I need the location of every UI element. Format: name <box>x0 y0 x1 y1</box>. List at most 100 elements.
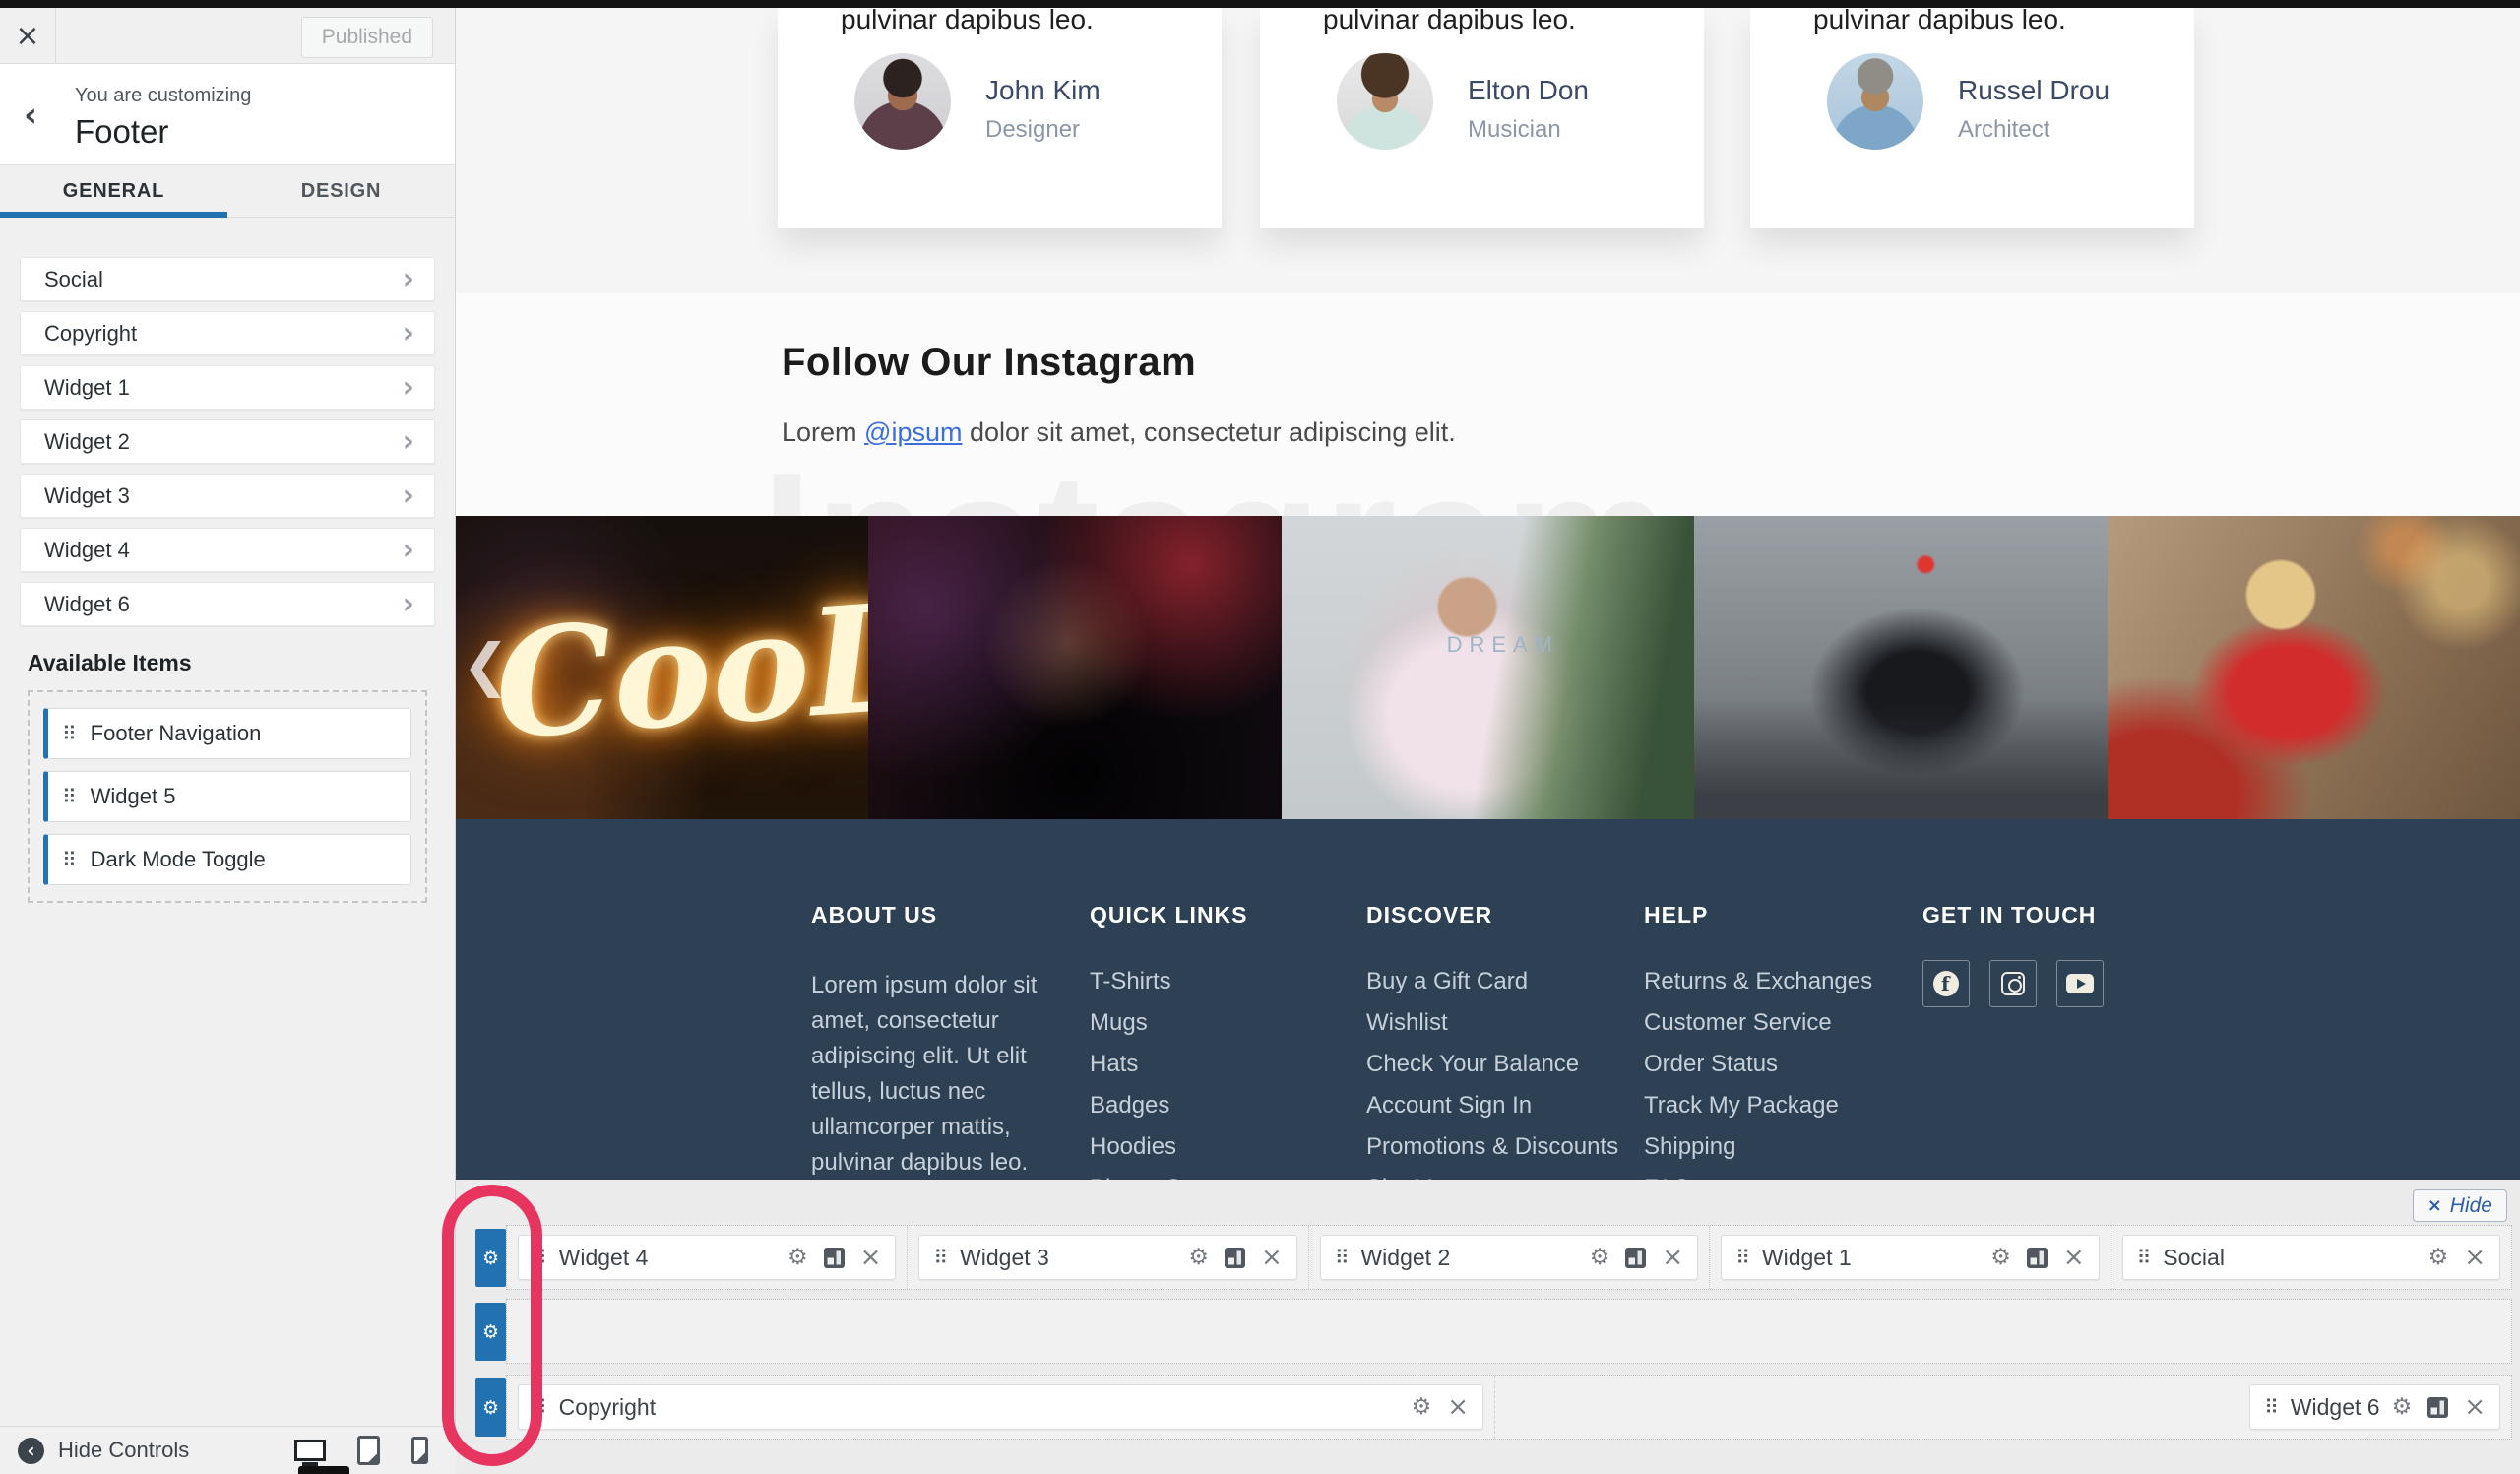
youtube-link[interactable] <box>2056 960 2104 1007</box>
footer-link[interactable]: Order Status <box>1644 1051 1872 1078</box>
widget-chip-widget2[interactable]: ⠿ Widget 2 ⚙ × <box>1320 1235 1698 1280</box>
drag-handle-icon[interactable]: ⠿ <box>2137 1246 2152 1269</box>
footer-link[interactable]: Account Sign In <box>1366 1092 1618 1120</box>
close-icon[interactable]: × <box>1447 1394 1469 1420</box>
widget-chip-widget1[interactable]: ⠿ Widget 1 ⚙ × <box>1721 1235 2099 1280</box>
facebook-link[interactable] <box>1922 960 1970 1007</box>
section-item-widget4[interactable]: Widget 4 › <box>20 528 435 572</box>
carousel-prev-icon[interactable]: ❮ <box>462 636 510 693</box>
photo-woman-red-shirt[interactable] <box>2108 516 2520 819</box>
photo-man-sunglasses[interactable] <box>868 516 1281 819</box>
tablet-preview-icon[interactable] <box>357 1436 380 1465</box>
instagram-icon <box>2001 972 2025 995</box>
section-item-social[interactable]: Social › <box>20 257 435 301</box>
footer-link[interactable]: Wishlist <box>1366 1009 1618 1037</box>
team-member-role: Musician <box>1468 116 1561 144</box>
footer-link[interactable]: Check Your Balance <box>1366 1051 1618 1078</box>
close-icon[interactable]: × <box>1261 1245 1283 1270</box>
customizer-sidebar: × Published ‹ You are customizing Footer… <box>0 8 456 1474</box>
drag-handle-icon: ⠿ <box>62 722 77 745</box>
close-icon[interactable]: × <box>2464 1394 2486 1420</box>
collapse-controls-icon[interactable]: ‹ <box>18 1438 44 1464</box>
gear-icon[interactable]: ⚙ <box>2428 1247 2449 1269</box>
footer-link[interactable]: Returns & Exchanges <box>1644 968 1872 995</box>
gear-icon[interactable]: ⚙ <box>788 1247 808 1269</box>
gear-icon[interactable]: ⚙ <box>1412 1396 1432 1419</box>
chevron-right-icon: › <box>403 481 414 511</box>
section-item-widget1[interactable]: Widget 1 › <box>20 365 435 410</box>
builder-cell: ⠿ Widget 6 ⚙ × <box>1495 1376 2511 1439</box>
gear-icon: ⚙ <box>482 1397 499 1419</box>
chevron-right-icon: › <box>403 427 414 457</box>
photo-sparkler-cool[interactable]: CooL <box>456 516 868 819</box>
hide-controls-label[interactable]: Hide Controls <box>58 1438 189 1463</box>
footer-link[interactable]: Buy a Gift Card <box>1366 968 1618 995</box>
row3-settings-button[interactable]: ⚙ <box>475 1378 506 1437</box>
ipsum-link[interactable]: @ipsum <box>864 417 962 447</box>
gear-icon[interactable]: ⚙ <box>1990 1247 2011 1269</box>
width-icon[interactable] <box>2027 1248 2048 1268</box>
gear-icon[interactable]: ⚙ <box>1590 1247 1610 1269</box>
section-item-widget2[interactable]: Widget 2 › <box>20 419 435 464</box>
drag-handle-icon[interactable]: ⠿ <box>533 1395 547 1419</box>
back-button[interactable]: ‹ <box>0 64 61 165</box>
tab-general[interactable]: GENERAL <box>0 165 227 217</box>
instagram-link[interactable] <box>1989 960 2037 1007</box>
footer-link[interactable]: Hoodies <box>1090 1133 1248 1161</box>
close-icon[interactable]: × <box>1662 1245 1683 1270</box>
builder-cell-empty <box>507 1300 2511 1363</box>
team-member-name: John Kim <box>985 75 1101 106</box>
width-icon[interactable] <box>824 1248 845 1268</box>
gear-icon[interactable]: ⚙ <box>1188 1247 1209 1269</box>
widget-chip-widget3[interactable]: ⠿ Widget 3 ⚙ × <box>918 1235 1296 1280</box>
widget-chip-widget4[interactable]: ⠿ Widget 4 ⚙ × <box>518 1235 896 1280</box>
close-icon[interactable]: × <box>2464 1245 2486 1270</box>
footer-link[interactable]: Hats <box>1090 1051 1248 1078</box>
available-item-dark-mode-toggle[interactable]: ⠿ Dark Mode Toggle <box>43 834 411 885</box>
row1-settings-button[interactable]: ⚙ <box>475 1229 506 1287</box>
footer-link[interactable]: Promotions & Discounts <box>1366 1133 1618 1161</box>
available-item-widget5[interactable]: ⠿ Widget 5 <box>43 771 411 822</box>
footer-link[interactable]: Track My Package <box>1644 1092 1872 1120</box>
footer-about-text: Lorem ipsum dolor sit amet, consectetur … <box>811 968 1077 1181</box>
footer-builder: × Hide ⚙ ⚙ ⚙ ⠿ Widget 4 ⚙ × <box>456 1180 2520 1474</box>
footer-link[interactable]: Customer Service <box>1644 1009 1872 1037</box>
drag-handle-icon[interactable]: ⠿ <box>933 1246 948 1269</box>
row2-settings-button[interactable]: ⚙ <box>475 1303 506 1361</box>
width-icon[interactable] <box>1625 1248 1646 1268</box>
width-icon[interactable] <box>2427 1397 2448 1418</box>
hide-builder-button[interactable]: × Hide <box>2413 1189 2507 1222</box>
drag-handle-icon[interactable]: ⠿ <box>533 1246 547 1269</box>
avatar <box>1827 53 1923 150</box>
gear-icon[interactable]: ⚙ <box>2392 1396 2413 1419</box>
photo-woman-rooftop[interactable] <box>1694 516 2107 819</box>
available-items-title: Available Items <box>28 650 455 676</box>
chevron-right-icon: › <box>403 536 414 565</box>
tab-design[interactable]: DESIGN <box>227 165 455 217</box>
site-footer: ABOUT US Lorem ipsum dolor sit amet, con… <box>456 819 2520 1187</box>
widget-chip-copyright[interactable]: ⠿ Copyright ⚙ × <box>518 1384 1483 1430</box>
widget-chip-social[interactable]: ⠿ Social ⚙ × <box>2122 1235 2500 1280</box>
desktop-preview-icon[interactable] <box>294 1440 326 1461</box>
photo-woman-dream-top[interactable]: DREAM <box>1282 516 1694 819</box>
width-icon[interactable] <box>1225 1248 1245 1268</box>
publish-button[interactable]: Published <box>301 17 433 58</box>
footer-col-quick-links: QUICK LINKS T-Shirts Mugs Hats Badges Ho… <box>1090 902 1248 1216</box>
close-icon[interactable]: × <box>2063 1245 2085 1270</box>
footer-link[interactable]: Badges <box>1090 1092 1248 1120</box>
available-item-footer-navigation[interactable]: ⠿ Footer Navigation <box>43 708 411 759</box>
close-icon[interactable]: × <box>860 1245 882 1270</box>
drag-handle-icon[interactable]: ⠿ <box>1335 1246 1350 1269</box>
instagram-lead: Lorem @ipsum dolor sit amet, consectetur… <box>782 417 1456 448</box>
section-item-widget3[interactable]: Widget 3 › <box>20 474 435 518</box>
section-item-copyright[interactable]: Copyright › <box>20 311 435 355</box>
drag-handle-icon[interactable]: ⠿ <box>2264 1395 2279 1419</box>
mobile-preview-icon[interactable] <box>411 1437 428 1464</box>
drag-handle-icon[interactable]: ⠿ <box>1735 1246 1750 1269</box>
footer-link[interactable]: Mugs <box>1090 1009 1248 1037</box>
footer-link[interactable]: T-Shirts <box>1090 968 1248 995</box>
widget-chip-widget6[interactable]: ⠿ Widget 6 ⚙ × <box>2249 1384 2500 1430</box>
footer-link[interactable]: Shipping <box>1644 1133 1872 1161</box>
close-customizer-icon[interactable]: × <box>0 8 56 64</box>
section-item-widget6[interactable]: Widget 6 › <box>20 582 435 626</box>
